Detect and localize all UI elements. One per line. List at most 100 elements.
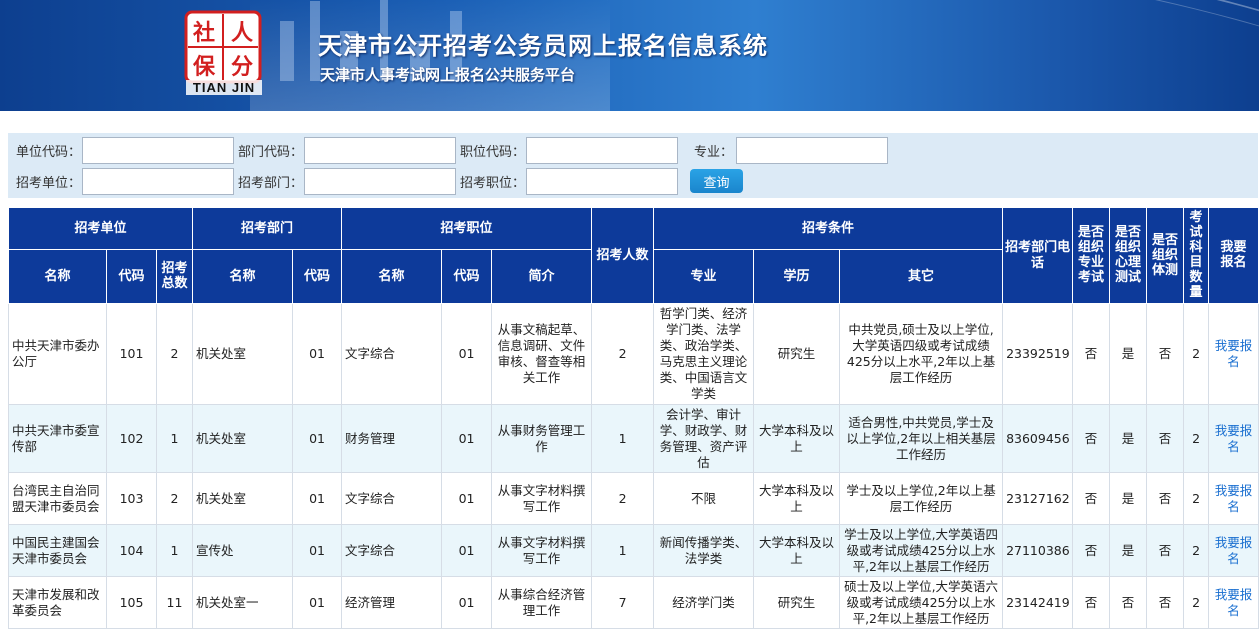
- header-conditions: 招考条件: [653, 207, 1004, 250]
- unit-total-cell: 1: [155, 524, 194, 577]
- apply-link[interactable]: 我要报名: [1215, 423, 1253, 454]
- major-label: 专业：: [694, 144, 734, 160]
- post-code-input[interactable]: [526, 136, 678, 164]
- post-desc-cell: 从事综合经济管理工作: [491, 576, 593, 629]
- unit-total-cell: 1: [155, 404, 194, 473]
- recruit-count-cell: 1: [591, 404, 655, 473]
- apply-link[interactable]: 我要报名: [1215, 587, 1253, 618]
- other-cell: 中共党员,硕士及以上学位,大学英语四级或考试成绩425分以上水平,2年以上基层工…: [839, 303, 1004, 405]
- post-name-input[interactable]: [526, 167, 678, 195]
- apply-cell: 我要报名: [1208, 472, 1259, 525]
- header-psych-test: 是否组织心理测试: [1109, 207, 1148, 304]
- major-exam-cell: 否: [1072, 524, 1111, 577]
- header-physical: 是否组织体测: [1146, 207, 1185, 304]
- unit-code-cell: 102: [106, 404, 157, 473]
- subjects-cell: 2: [1183, 404, 1210, 473]
- dept-name-cell: 机关处室一: [192, 576, 294, 629]
- major-exam-cell: 否: [1072, 303, 1111, 405]
- logo-char: 人: [231, 21, 253, 46]
- subjects-cell: 2: [1183, 524, 1210, 577]
- logo-char: 分: [231, 55, 253, 80]
- header-unit-name: 名称: [8, 249, 107, 304]
- apply-link[interactable]: 我要报名: [1215, 535, 1253, 566]
- dept-name-cell: 机关处室: [192, 472, 294, 525]
- header-dept-name: 名称: [192, 249, 294, 304]
- recruit-count-cell: 1: [591, 524, 655, 577]
- major-input[interactable]: [736, 136, 888, 164]
- header-banner: 社 人 保 分 TIAN JIN 天津市公开招考公务员网上报名信息系统 天津市人…: [0, 0, 1259, 111]
- major-cell: 哲学门类、经济学门类、法学类、政治学类、马克思主义理论类、中国语言文学类: [653, 303, 755, 405]
- post-code-label: 职位代码：: [460, 144, 526, 160]
- search-row-codes: 单位代码： 部门代码： 职位代码： 专业：: [8, 136, 888, 164]
- unit-code-input[interactable]: [82, 136, 234, 164]
- post-code-cell: 01: [441, 303, 493, 405]
- logo-char: 社: [193, 20, 215, 46]
- post-name-cell: 财务管理: [341, 404, 443, 473]
- dept-code-cell: 01: [292, 303, 343, 405]
- header-other: 其它: [839, 249, 1004, 304]
- table-row: 中共天津市委办公厅 101 2 机关处室 01 文字综合 01 从事文稿起草、信…: [8, 303, 1259, 405]
- apply-link[interactable]: 我要报名: [1215, 483, 1253, 514]
- unit-name-input[interactable]: [82, 167, 234, 195]
- dept-name-cell: 宣传处: [192, 524, 294, 577]
- post-name-cell: 文字综合: [341, 472, 443, 525]
- apply-cell: 我要报名: [1208, 524, 1259, 577]
- unit-total-cell: 2: [155, 303, 194, 405]
- table-row: 台湾民主自治同盟天津市委员会 103 2 机关处室 01 文字综合 01 从事文…: [8, 472, 1259, 525]
- header-education: 学历: [753, 249, 841, 304]
- header-dept: 招考部门: [192, 207, 343, 250]
- education-cell: 大学本科及以上: [753, 404, 841, 473]
- unit-code-cell: 104: [106, 524, 157, 577]
- post-code-cell: 01: [441, 472, 493, 525]
- dept-name-input[interactable]: [304, 167, 456, 195]
- apply-cell: 我要报名: [1208, 576, 1259, 629]
- header-unit-code: 代码: [106, 249, 157, 304]
- physical-cell: 否: [1146, 472, 1185, 525]
- header-subject-count: 考试科目数量: [1183, 207, 1210, 304]
- search-form: 单位代码： 部门代码： 职位代码： 专业： 招考单位： 招考部门： 招考职位： …: [8, 133, 1258, 198]
- dept-code-input[interactable]: [304, 136, 456, 164]
- dept-name-cell: 机关处室: [192, 404, 294, 473]
- header-apply: 我要报名: [1208, 207, 1259, 304]
- phone-cell: 23127162: [1002, 472, 1074, 525]
- major-cell: 会计学、审计学、财政学、财务管理、资产评估: [653, 404, 755, 473]
- physical-cell: 否: [1146, 303, 1185, 405]
- header-post-desc: 简介: [491, 249, 593, 304]
- subjects-cell: 2: [1183, 576, 1210, 629]
- apply-link[interactable]: 我要报名: [1215, 338, 1253, 369]
- dept-code-cell: 01: [292, 576, 343, 629]
- unit-code-cell: 105: [106, 576, 157, 629]
- phone-cell: 83609456: [1002, 404, 1074, 473]
- post-desc-cell: 从事财务管理工作: [491, 404, 593, 473]
- header-dept-phone: 招考部门电话: [1002, 207, 1074, 304]
- education-cell: 研究生: [753, 303, 841, 405]
- post-name-cell: 文字综合: [341, 303, 443, 405]
- unit-name-cell: 中共天津市委宣传部: [8, 404, 107, 473]
- header-post-name: 名称: [341, 249, 443, 304]
- apply-cell: 我要报名: [1208, 303, 1259, 405]
- education-cell: 大学本科及以上: [753, 472, 841, 525]
- unit-name-label: 招考单位：: [16, 175, 82, 191]
- other-cell: 硕士及以上学位,大学英语六级或考试成绩425分以上水平,2年以上基层工作经历: [839, 576, 1004, 629]
- system-title: 天津市公开招考公务员网上报名信息系统: [318, 32, 768, 60]
- table-row: 天津市发展和改革委员会 105 11 机关处室一 01 经济管理 01 从事综合…: [8, 576, 1259, 629]
- other-cell: 学士及以上学位,2年以上基层工作经历: [839, 472, 1004, 525]
- post-desc-cell: 从事文字材料撰写工作: [491, 472, 593, 525]
- unit-total-cell: 2: [155, 472, 194, 525]
- unit-name-cell: 中共天津市委办公厅: [8, 303, 107, 405]
- header-post-code: 代码: [441, 249, 493, 304]
- subjects-cell: 2: [1183, 472, 1210, 525]
- query-button[interactable]: 查询: [690, 169, 743, 193]
- unit-code-label: 单位代码：: [16, 144, 82, 160]
- major-cell: 新闻传播学类、法学类: [653, 524, 755, 577]
- major-exam-cell: 否: [1072, 472, 1111, 525]
- subjects-cell: 2: [1183, 303, 1210, 405]
- dept-name-label: 招考部门：: [238, 175, 304, 191]
- post-name-cell: 经济管理: [341, 576, 443, 629]
- unit-name-cell: 中国民主建国会天津市委员会: [8, 524, 107, 577]
- dept-code-cell: 01: [292, 524, 343, 577]
- post-code-cell: 01: [441, 524, 493, 577]
- header-unit: 招考单位: [7, 207, 194, 250]
- dept-code-cell: 01: [292, 472, 343, 525]
- other-cell: 适合男性,中共党员,学士及以上学位,2年以上相关基层工作经历: [839, 404, 1004, 473]
